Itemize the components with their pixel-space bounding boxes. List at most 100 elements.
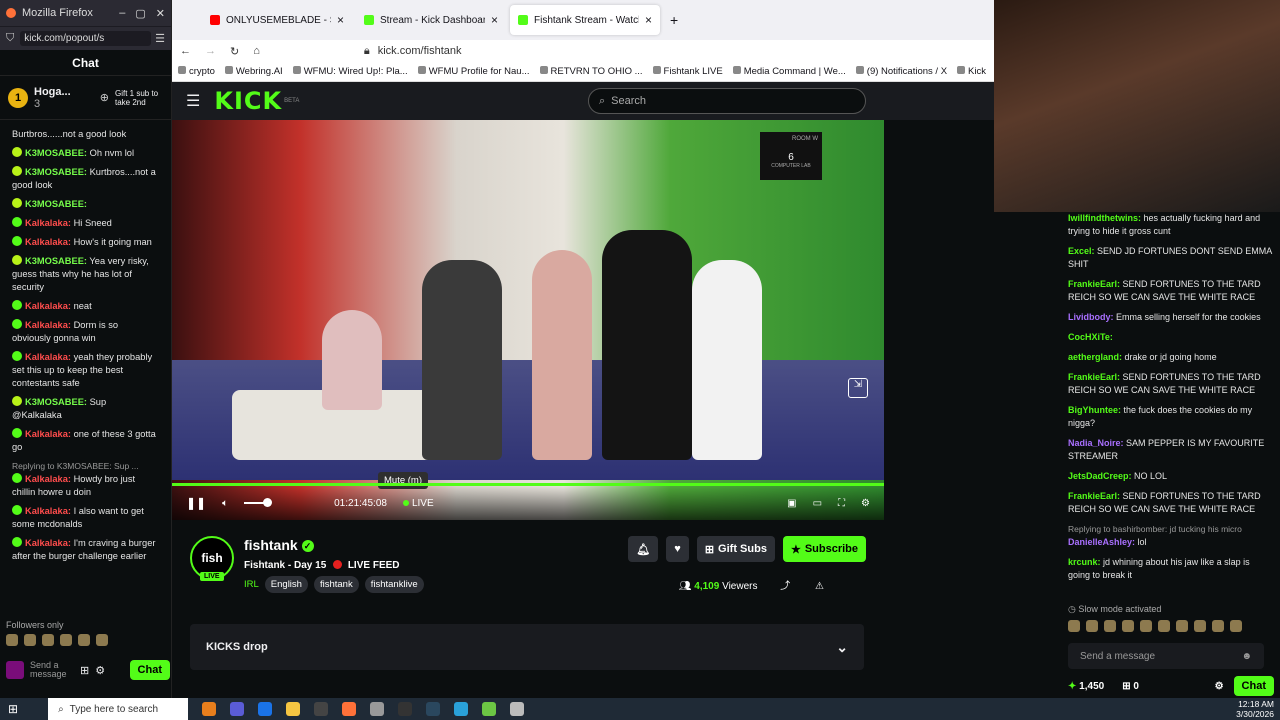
- clip-icon[interactable]: ▣: [787, 498, 796, 509]
- taskbar-app-icon[interactable]: [258, 702, 273, 716]
- new-tab-icon[interactable]: +: [670, 12, 678, 28]
- chat-username[interactable]: aethergland:: [1068, 352, 1122, 362]
- taskbar-app-icon[interactable]: [314, 702, 329, 716]
- chat-username[interactable]: K3MOSABEE:: [25, 148, 87, 158]
- chat-username[interactable]: Kalkalaka:: [25, 301, 71, 311]
- emote[interactable]: [1212, 620, 1224, 632]
- taskbar-app-icon[interactable]: [454, 702, 469, 716]
- tag-chip[interactable]: fishtanklive: [364, 576, 424, 593]
- menu-icon[interactable]: ☰: [155, 32, 165, 45]
- chat-username[interactable]: krcunk:: [1068, 557, 1101, 567]
- emote[interactable]: [1068, 620, 1080, 632]
- theater-icon[interactable]: ▭: [813, 498, 822, 509]
- chat-username[interactable]: Lividbody:: [1068, 312, 1114, 322]
- bookmark-item[interactable]: crypto: [178, 66, 215, 77]
- channel-name[interactable]: fishtank ✓: [244, 537, 314, 553]
- taskbar-app-icon[interactable]: [286, 702, 301, 716]
- chat-username[interactable]: K3MOSABEE:: [25, 256, 87, 266]
- chat-username[interactable]: K3MOSABEE:: [25, 167, 87, 177]
- taskbar-app-icon[interactable]: [398, 702, 413, 716]
- bookmark-item[interactable]: Kick: [957, 66, 986, 77]
- back-icon[interactable]: ←: [180, 45, 191, 57]
- emote[interactable]: [1140, 620, 1152, 632]
- emote[interactable]: [6, 634, 18, 646]
- popout-url[interactable]: kick.com/popout/s: [20, 31, 152, 46]
- kicks-drop-panel[interactable]: KICKS drop ⌄: [190, 624, 864, 670]
- maximize-icon[interactable]: ▢: [135, 7, 145, 20]
- chat-username[interactable]: Kalkalaka:: [25, 320, 71, 330]
- chat-username[interactable]: Kalkalaka:: [25, 218, 71, 228]
- close-tab-icon[interactable]: ×: [491, 13, 498, 27]
- mic-icon[interactable]: [6, 661, 24, 679]
- subscribe-button[interactable]: ★ Subscribe: [782, 536, 866, 562]
- report-icon[interactable]: ⚠: [815, 581, 824, 592]
- emote[interactable]: [1176, 620, 1188, 632]
- taskbar-app-icon[interactable]: [510, 702, 525, 716]
- notify-button[interactable]: 🔔︎: [628, 536, 659, 562]
- chat-input[interactable]: Send a message ☻: [1068, 643, 1264, 669]
- browser-tab[interactable]: Fishtank Stream - Watch Li ×: [510, 5, 660, 35]
- bookmark-item[interactable]: WFMU: Wired Up!: Pla...: [292, 66, 408, 77]
- gear-icon[interactable]: ⚙: [1215, 681, 1224, 692]
- volume-slider[interactable]: [244, 498, 273, 507]
- minimize-icon[interactable]: –: [119, 7, 125, 19]
- bookmark-item[interactable]: RETVRN TO OHIO ...: [539, 66, 643, 77]
- chat-username[interactable]: BigYhuntee:: [1068, 405, 1121, 415]
- bookmark-item[interactable]: Media Command | We...: [732, 66, 846, 77]
- close-tab-icon[interactable]: ×: [645, 13, 652, 27]
- chat-username[interactable]: FrankieEarl:: [1068, 279, 1120, 289]
- taskbar-app-icon[interactable]: [202, 702, 217, 716]
- video-player[interactable]: ROOM W 6 COMPUTER LAB ⇲ Mute (m) ❚❚ 🔈︎ 0…: [172, 120, 884, 520]
- emote[interactable]: [1158, 620, 1170, 632]
- taskbar-app-icon[interactable]: [426, 702, 441, 716]
- fullscreen-icon[interactable]: ⛶: [838, 498, 845, 509]
- chat-username[interactable]: Kalkalaka:: [25, 474, 71, 484]
- bookmark-item[interactable]: WFMU Profile for Nau...: [417, 66, 530, 77]
- emote[interactable]: [1230, 620, 1242, 632]
- tag-chip[interactable]: English: [264, 576, 308, 593]
- taskbar-app-icon[interactable]: [370, 702, 385, 716]
- gift-icon[interactable]: ⊞: [80, 664, 89, 677]
- chat-username[interactable]: K3MOSABEE:: [25, 397, 87, 407]
- emote[interactable]: [1194, 620, 1206, 632]
- taskbar-search[interactable]: ⌕ Type here to search: [48, 698, 189, 720]
- chat-send-button[interactable]: Chat: [1233, 676, 1274, 696]
- chat-username[interactable]: CocHXiTe:: [1068, 332, 1113, 342]
- emote[interactable]: [24, 634, 36, 646]
- chat-username[interactable]: Kalkalaka:: [25, 429, 71, 439]
- share-icon[interactable]: ⤴: [780, 581, 790, 592]
- hamburger-icon[interactable]: ☰: [186, 91, 200, 111]
- bookmark-item[interactable]: (9) Notifications / X: [855, 66, 947, 77]
- popout-send-input[interactable]: Send a message: [30, 661, 74, 679]
- kick-logo[interactable]: KICK: [214, 87, 282, 115]
- chat-username[interactable]: FrankieEarl:: [1068, 372, 1120, 382]
- chat-username[interactable]: JetsDadCreep:: [1068, 471, 1132, 481]
- volume-icon[interactable]: 🔈︎: [222, 498, 228, 509]
- chat-username[interactable]: Iwillfindthetwins:: [1068, 213, 1141, 223]
- emote[interactable]: [1086, 620, 1098, 632]
- tag-chip[interactable]: fishtank: [313, 576, 359, 593]
- emote[interactable]: [78, 634, 90, 646]
- browser-tab[interactable]: Stream - Kick Dashboard ×: [356, 5, 506, 35]
- emote[interactable]: [96, 634, 108, 646]
- home-icon[interactable]: ⌂: [253, 45, 260, 57]
- chat-username[interactable]: Nadia_Noire:: [1068, 438, 1124, 448]
- taskbar-clock[interactable]: 12:18 AM 3/30/2026: [1236, 699, 1280, 719]
- gear-icon[interactable]: ⚙: [95, 664, 105, 677]
- emote[interactable]: [60, 634, 72, 646]
- taskbar-app-icon[interactable]: [230, 702, 245, 716]
- chat-username[interactable]: Kalkalaka:: [25, 352, 71, 362]
- start-icon[interactable]: ⊞: [8, 702, 18, 716]
- address-bar[interactable]: 🔒︎ kick.com/fishtank: [364, 45, 462, 58]
- close-tab-icon[interactable]: ×: [337, 13, 344, 27]
- chat-username[interactable]: Kalkalaka:: [25, 538, 71, 548]
- chat-username[interactable]: Kalkalaka:: [25, 506, 71, 516]
- chat-username[interactable]: Excel:: [1068, 246, 1095, 256]
- chevron-down-icon[interactable]: ⌄: [836, 639, 848, 656]
- pause-icon[interactable]: ❚❚: [186, 496, 206, 510]
- reload-icon[interactable]: ↻: [230, 45, 239, 58]
- bookmark-item[interactable]: Fishtank LIVE: [652, 66, 723, 77]
- emoji-icon[interactable]: ☻: [1241, 651, 1252, 662]
- chat-username[interactable]: Kalkalaka:: [25, 237, 71, 247]
- settings-icon[interactable]: ⚙: [861, 498, 870, 509]
